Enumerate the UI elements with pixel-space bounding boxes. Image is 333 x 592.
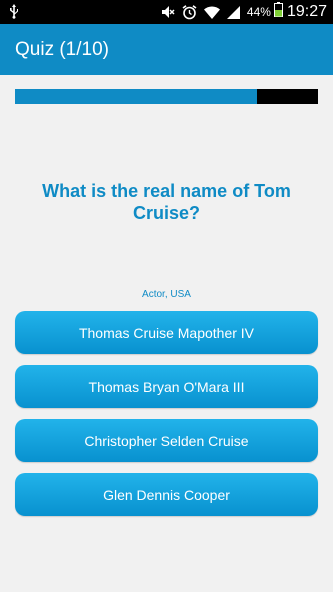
answer-button-3[interactable]: Christopher Selden Cruise [15,419,318,462]
usb-icon [9,4,19,24]
answer-button-2[interactable]: Thomas Bryan O'Mara III [15,365,318,408]
wifi-icon [203,5,220,19]
battery-icon [273,2,283,22]
battery-percent: 44% [246,5,271,19]
question-hint: Actor, USA [142,289,191,300]
quiz-progress-bar [15,89,318,104]
status-bar: 44% 19:27 [0,0,333,24]
question-text: What is the real name of Tom Cruise? [42,181,291,223]
answer-button-4[interactable]: Glen Dennis Cooper [15,473,318,516]
alarm-icon [182,4,197,20]
status-time: 19:27 [286,3,327,20]
app-bar: Quiz (1/10) [0,24,333,75]
mute-icon [161,5,175,19]
signal-icon [226,5,240,19]
quiz-progress-fill [15,89,258,104]
answer-button-1[interactable]: Thomas Cruise Mapother IV [15,311,318,354]
app-title: Quiz (1/10) [15,38,109,60]
